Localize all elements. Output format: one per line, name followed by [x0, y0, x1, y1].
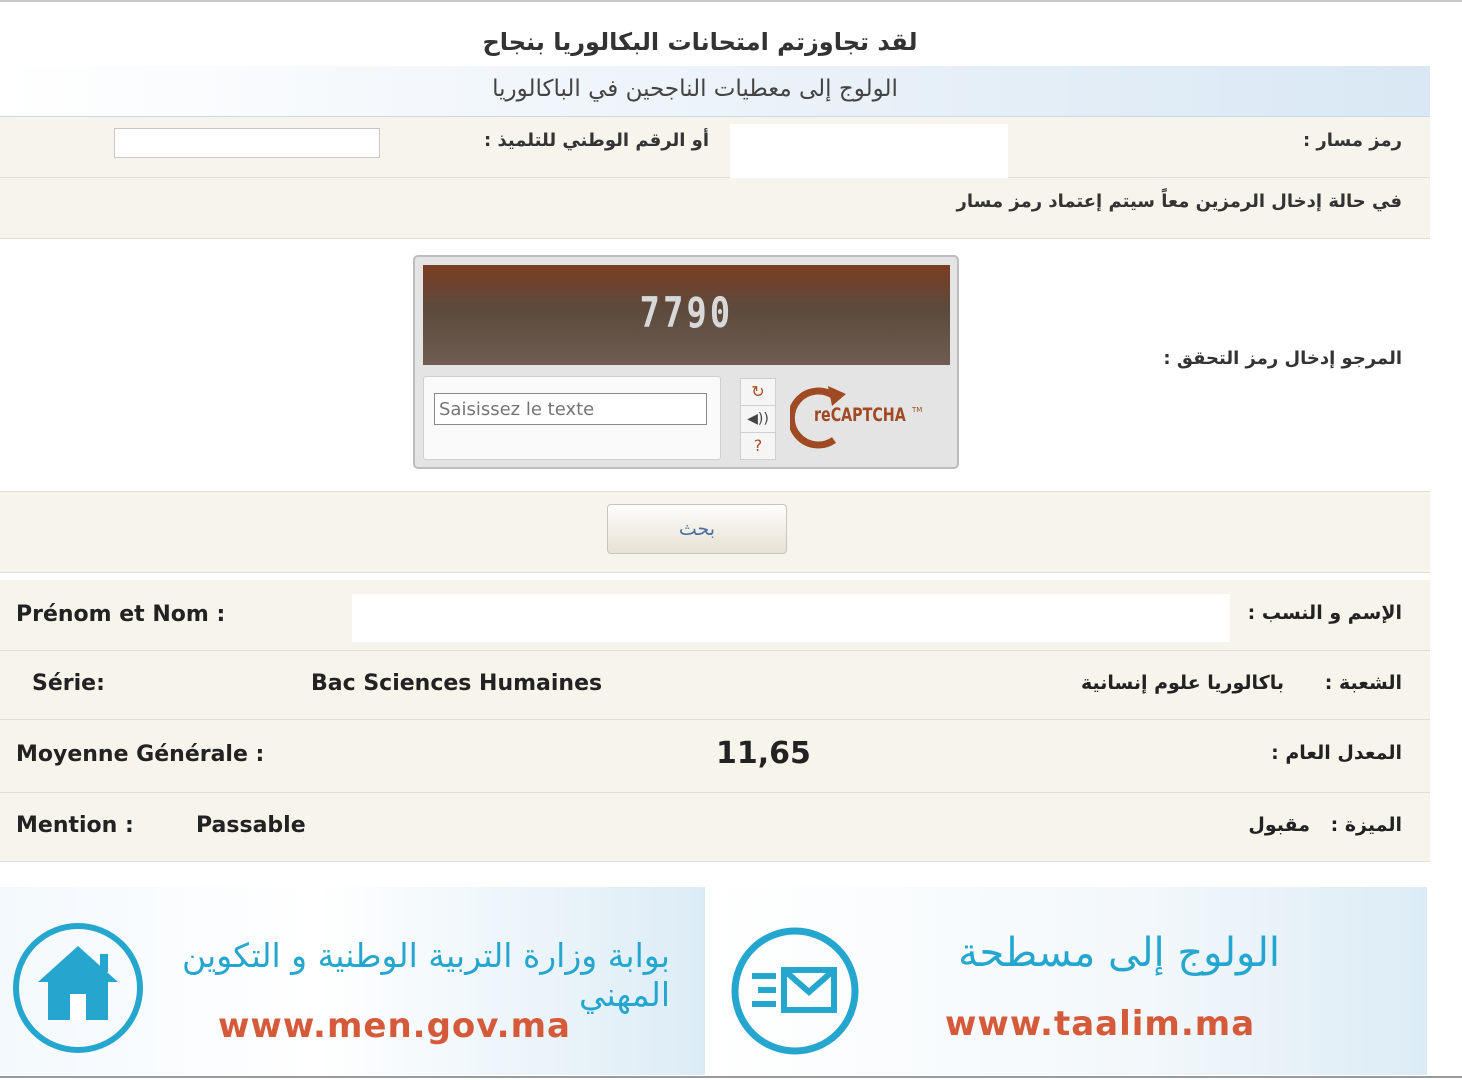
page-subtitle: الولوج إلى معطيات الناجحين في الباكالوري…: [492, 76, 898, 102]
captcha-image-text: 7790: [639, 288, 734, 337]
captcha-input[interactable]: [434, 393, 707, 425]
page-title: لقد تجاوزتم امتحانات البكالوريا بنجاح: [482, 28, 918, 56]
mention-value-ar: مقبول: [1248, 814, 1310, 836]
help-icon: ?: [753, 436, 763, 455]
captcha-refresh-button[interactable]: ↻: [740, 378, 776, 406]
name-value: [352, 594, 1230, 642]
home-icon: [13, 923, 143, 1053]
serie-value-fr: Bac Sciences Humaines: [311, 671, 603, 696]
national-number-label: أو الرقم الوطني للتلميذ :: [484, 130, 709, 151]
moyenne-label-ar: المعدل العام :: [1271, 742, 1402, 764]
men-portal-url[interactable]: www.men.gov.ma: [218, 1006, 571, 1046]
taalim-title: الولوج إلى مسطحة: [958, 930, 1280, 976]
top-border: [0, 0, 1462, 2]
captcha-help-button[interactable]: ?: [740, 432, 776, 460]
serie-value-ar: باكالوريا علوم إنسانية: [1080, 672, 1284, 694]
refresh-icon: ↻: [751, 382, 765, 401]
mention-label-ar: الميزة :: [1330, 814, 1402, 836]
captcha-label: المرجو إدخال رمز التحقق :: [1163, 348, 1402, 369]
mention-label-fr: Mention :: [16, 813, 134, 838]
name-label-ar: الإسم و النسب :: [1247, 602, 1402, 624]
mail-icon: [731, 927, 859, 1055]
massar-code-label: رمز مسار :: [1302, 130, 1402, 151]
moyenne-value: 11,65: [716, 736, 811, 771]
recaptcha-logo-text: reCAPTCHA: [814, 404, 906, 426]
mention-value-fr: Passable: [196, 813, 306, 838]
taalim-url[interactable]: www.taalim.ma: [945, 1004, 1255, 1044]
national-number-input[interactable]: [114, 128, 380, 158]
search-button[interactable]: بحث: [607, 504, 787, 554]
serie-label-ar: الشعبة :: [1324, 672, 1402, 694]
speaker-icon: ◀)): [747, 411, 769, 427]
captcha-audio-button[interactable]: ◀)): [740, 405, 776, 433]
moyenne-label-fr: Moyenne Générale :: [16, 742, 265, 767]
men-portal-title: بوابة وزارة التربية الوطنية و التكوين ال…: [181, 936, 670, 1014]
name-label-fr: Prénom et Nom :: [16, 602, 226, 627]
bottom-border: [0, 1076, 1462, 1078]
both-codes-note: في حالة إدخال الرمزين معاً سيتم إعتماد ر…: [956, 191, 1402, 212]
serie-label-fr: Série:: [32, 671, 105, 696]
recaptcha-tm: TM: [911, 406, 922, 414]
massar-code-input[interactable]: [730, 124, 1008, 178]
